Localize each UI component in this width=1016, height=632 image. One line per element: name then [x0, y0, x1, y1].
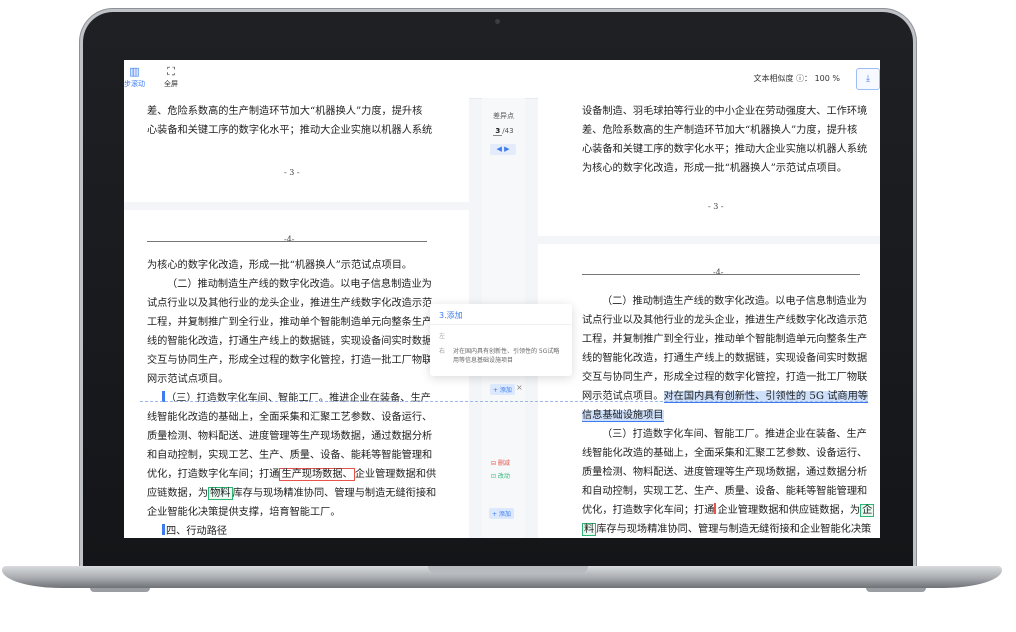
diff-detail-popup[interactable]: 3.添加 左 右 对在国内具有创新性、引领性的 5G试略用等信息基础设施项目	[430, 304, 572, 376]
similarity-label: 文本相似度 ⓘ：	[753, 74, 813, 83]
doc-line: 工程，并复制推广到全行业，推动单个智能制造单元向整条生产	[582, 334, 868, 345]
doc-line: 和自动控制，实现工艺、生产、质量、设备、能耗等智能管理和	[582, 486, 868, 497]
doc-line: 线的智能化改造，打通生产线上的数据链，实现设备间实时数据	[147, 336, 433, 347]
doc-line: 工程，并复制推广到全行业，推动单个智能制造单元向整条生产	[147, 317, 433, 328]
diff-link-line	[140, 401, 868, 402]
left-document[interactable]: 差、危险系数高的生产制造环节加大“机器换人”力度，提升核 心装备和关键工序的数字…	[124, 98, 469, 538]
popup-title: 3.添加	[439, 311, 463, 320]
diff-title: 差异点	[493, 112, 514, 120]
doc-line: （二）推动制造生产线的数字化改造。以电子信息制造业为	[602, 296, 867, 307]
doc-line: 心装备和关键工序的数字化水平；推动大企业实施以机器人系统	[582, 144, 868, 155]
sync-scroll-icon: ▥	[129, 65, 140, 78]
add-tag[interactable]: + 添加	[489, 508, 514, 519]
popup-divider	[430, 324, 572, 325]
doc-line: 应链数据，为 物料 库存与现场精准协同、管理与制造无缝衔接和	[147, 487, 437, 500]
doc-line: 差、危险系数高的生产制造环节加大“机器换人”力度，提升核	[582, 125, 858, 136]
popup-left-label: 左	[439, 333, 446, 340]
modified-text-highlight[interactable]: 料	[582, 523, 597, 536]
page-header-number: -4-	[713, 268, 724, 277]
similarity-readout: 文本相似度 ⓘ： 100 %	[753, 73, 840, 84]
modify-tag[interactable]: ⊡ 改动	[488, 470, 513, 481]
doc-line: 心装备和关键工序的数字化水平；推动大企业实施以机器人系统	[147, 125, 433, 136]
deleted-text-highlight[interactable]: 生产现场数据、	[279, 468, 355, 481]
fullscreen-icon: ⛶	[167, 65, 175, 78]
doc-line: 四、行动路径	[162, 522, 227, 538]
doc-line: 料库存与现场精准协同、管理与制造无缝衔接和企业智能化决策	[582, 523, 872, 536]
modified-text-highlight[interactable]: 物料	[208, 487, 233, 500]
similarity-value: 100 %	[814, 74, 840, 83]
add-chip[interactable]: + 添加	[490, 384, 515, 395]
page-gap	[124, 202, 469, 210]
page-gap	[538, 236, 880, 244]
doc-line: 信息基础设施项目	[582, 406, 664, 425]
modified-text-highlight[interactable]: 企	[860, 504, 875, 517]
laptop-notch	[428, 566, 588, 574]
sync-scroll-button[interactable]: ▥ 步滚动	[124, 66, 145, 89]
page-header-rule	[582, 274, 860, 275]
doc-line: 线智能化改造的基础上，全面采集和汇聚工艺参数、设备运行、	[147, 412, 433, 423]
page-header-number: -4-	[284, 235, 295, 244]
doc-line: 线智能化改造的基础上，全面采集和汇聚工艺参数、设备运行、	[582, 448, 868, 459]
camera	[495, 19, 500, 24]
doc-line: 交互与协同生产，形成全过程的数字化管控，打造一批工厂物联	[582, 372, 868, 383]
insert-marker	[162, 524, 165, 535]
popup-diff-text: 对在国内具有创新性、引领性的 5G试略用等信息基础设施项目	[453, 348, 560, 364]
doc-line: 企业智能化决策提供支撑，培育智能工厂。	[147, 507, 341, 518]
doc-line: 为核心的数字化改造，形成一批“机器换人”示范试点项目。	[147, 260, 413, 271]
diff-nav-buttons[interactable]: ◀ ▶	[490, 144, 516, 155]
doc-line: （三）打造数字化车间、智能工厂。推进企业在装备、生产	[162, 389, 431, 408]
delete-tag[interactable]: ⊟ 删减	[488, 457, 513, 468]
doc-line: 优化，打造数字化车间；打通 生产现场数据、 企业管理数据和供	[147, 468, 437, 481]
close-icon[interactable]: ×	[516, 383, 523, 392]
doc-line: （二）推动制造生产线的数字化改造。以电子信息制造业为	[167, 279, 432, 290]
page-header-rule	[147, 241, 427, 242]
laptop-foot-right	[866, 588, 926, 592]
doc-line: 网示范试点项目。	[147, 374, 229, 385]
diff-counter: 3/43	[493, 127, 514, 136]
doc-line: 为核心的数字化改造，形成一批“机器换人”示范试点项目。	[582, 163, 848, 174]
doc-line: 交互与协同生产，形成全过程的数字化管控，打造一批工厂物联	[147, 355, 433, 366]
doc-line: 和自动控制，实现工艺、生产、质量、设备、能耗等智能管理和	[147, 450, 433, 461]
doc-line: 设备制造、羽毛球拍等行业的中小企业在劳动强度大、工作环境	[582, 106, 868, 117]
popup-right-label: 右	[439, 348, 446, 355]
doc-line: 质量检测、物料配送、进度管理等生产现场数据，通过数据分析	[582, 467, 868, 478]
download-icon: ⤓	[866, 74, 870, 84]
laptop-foot-left	[90, 588, 150, 592]
doc-line: 优化，打造数字化车间；打通 企业管理数据和供应链数据，为企	[582, 503, 875, 517]
app-screen: ▥ 步滚动 ⛶ 全屏 文本相似度 ⓘ： 100 % ⤓ 差、危险系数高的生产制造…	[124, 60, 880, 538]
doc-line: （三）打造数字化车间、智能工厂。推进企业在装备、生产	[602, 429, 867, 440]
doc-line: 网示范试点项目。对在国内具有创新性、引领性的 5G 试商用等	[582, 391, 868, 403]
doc-line: 质量检测、物料配送、进度管理等生产现场数据，通过数据分析	[147, 431, 433, 442]
right-document[interactable]: 设备制造、羽毛球拍等行业的中小企业在劳动强度大、工作环境 差、危险系数高的生产制…	[538, 98, 880, 538]
page-number: - 3 -	[708, 202, 724, 211]
doc-line: 试点行业以及其他行业的龙头企业，推进生产线数字化改造示范	[147, 298, 433, 309]
doc-line: 差、危险系数高的生产制造环节加大“机器换人”力度，提升核	[147, 106, 423, 117]
download-button[interactable]: ⤓	[856, 68, 880, 90]
fullscreen-button[interactable]: ⛶ 全屏	[164, 66, 178, 89]
added-text-highlight[interactable]: 信息基础设施项目	[582, 410, 664, 422]
doc-line: 线的智能化改造，打通生产线上的数据链，实现设备间实时数据	[582, 353, 868, 364]
page-number: - 3 -	[284, 168, 300, 177]
toolbar: ▥ 步滚动 ⛶ 全屏 文本相似度 ⓘ： 100 % ⤓	[124, 60, 880, 99]
doc-line: 试点行业以及其他行业的龙头企业，推进生产线数字化改造示范	[582, 315, 868, 326]
